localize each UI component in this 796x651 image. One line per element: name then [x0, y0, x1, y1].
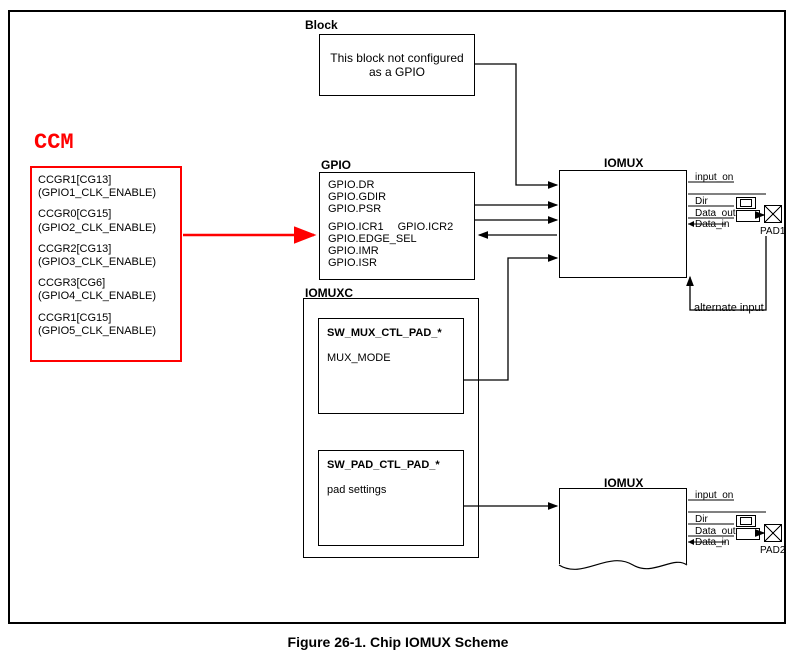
iomux1-title: IOMUX	[604, 156, 643, 170]
alternate-input-label: alternate input	[694, 302, 764, 315]
signal-data-out-1: Data_out	[695, 208, 736, 219]
ccm-reg-2: CCGR2[CG13]	[38, 243, 111, 255]
pad1-icon	[764, 205, 782, 223]
swmux-body: MUX_MODE	[327, 352, 455, 365]
ccm-reg-4: CCGR1[CG15]	[38, 312, 111, 324]
gpio-psr: GPIO.PSR	[328, 203, 466, 215]
ccm-reg-3: CCGR3[CG6]	[38, 277, 105, 289]
iomux-block-2	[559, 488, 687, 564]
block-misc: This block not configured as a GPIO	[319, 34, 475, 96]
signal-dir-1: Dir	[695, 196, 708, 207]
ccm-desc-4: (GPIO5_CLK_ENABLE)	[38, 325, 156, 337]
ccm-desc-1: (GPIO2_CLK_ENABLE)	[38, 222, 156, 234]
figure-caption: Figure 26-1. Chip IOMUX Scheme	[0, 634, 796, 650]
gpio-edgesel: GPIO.EDGE_SEL	[328, 233, 466, 245]
block-title: Block	[305, 18, 338, 32]
ccm-reg-1: CCGR0[CG15]	[38, 208, 111, 220]
swmux-block: SW_MUX_CTL_PAD_* MUX_MODE	[318, 318, 464, 414]
block-text: This block not configured as a GPIO	[324, 51, 470, 79]
signal-data-out-2: Data_out	[695, 526, 736, 537]
swpad-block: SW_PAD_CTL_PAD_* pad settings	[318, 450, 464, 546]
gpio-title: GPIO	[321, 158, 351, 172]
ccm-desc-0: (GPIO1_CLK_ENABLE)	[38, 187, 156, 199]
swpad-body: pad settings	[327, 484, 455, 497]
ccm-block: CCGR1[CG13](GPIO1_CLK_ENABLE) CCGR0[CG15…	[30, 166, 182, 362]
signal-input-on-1: input_on	[695, 172, 733, 183]
swpad-title: SW_PAD_CTL_PAD_*	[327, 459, 455, 472]
gpio-dr: GPIO.DR	[328, 179, 466, 191]
pad1-label: PAD1	[760, 226, 785, 238]
swmux-title: SW_MUX_CTL_PAD_*	[327, 327, 455, 340]
signal-data-in-2: Data_in	[695, 537, 729, 548]
ccm-desc-3: (GPIO4_CLK_ENABLE)	[38, 290, 156, 302]
gpio-block: GPIO.DR GPIO.GDIR GPIO.PSR GPIO.ICR1GPIO…	[319, 172, 475, 280]
ccm-title: CCM	[34, 130, 74, 155]
gpio-imr: GPIO.IMR	[328, 245, 466, 257]
signal-data-in-1: Data_in	[695, 219, 729, 230]
gpio-icr2: GPIO.ICR2	[398, 221, 454, 233]
signal-input-on-2: input_on	[695, 490, 733, 501]
gpio-isr: GPIO.ISR	[328, 257, 466, 269]
gpio-gdir: GPIO.GDIR	[328, 191, 466, 203]
pad2-label: PAD2	[760, 545, 785, 557]
ccm-desc-2: (GPIO3_CLK_ENABLE)	[38, 256, 156, 268]
ccm-reg-0: CCGR1[CG13]	[38, 174, 111, 186]
signal-dir-2: Dir	[695, 514, 708, 525]
iomux-block-1	[559, 170, 687, 278]
pad2-icon	[764, 524, 782, 542]
gpio-icr1: GPIO.ICR1	[328, 221, 384, 233]
